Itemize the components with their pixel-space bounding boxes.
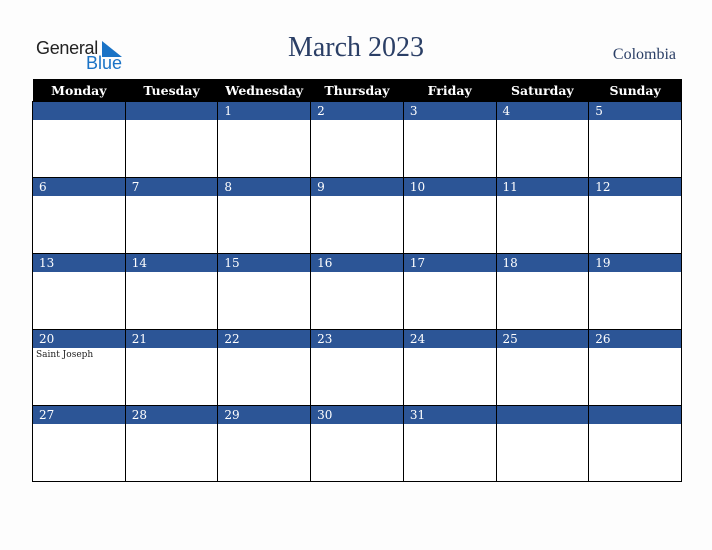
day-number: 30 — [311, 406, 403, 424]
day-cell[interactable]: 11 — [495, 177, 590, 254]
page-title: March 2023 — [287, 32, 425, 63]
day-number — [125, 102, 218, 120]
day-cell[interactable]: 24 — [402, 329, 497, 406]
day-number: 19 — [589, 254, 681, 272]
weekday-header-saturday: Saturday — [496, 79, 589, 102]
day-number: 31 — [403, 406, 496, 424]
calendar-grid: Monday Tuesday Wednesday Thursday Friday Satu… — [32, 79, 682, 482]
weekday-header-row: Monday Tuesday Wednesday Thursday Friday Satu… — [32, 79, 682, 102]
day-number: 14 — [125, 254, 218, 272]
day-number: 17 — [403, 254, 496, 272]
day-cell[interactable]: 4 — [495, 101, 590, 178]
day-number: 26 — [589, 330, 681, 348]
day-number: 13 — [33, 254, 125, 272]
day-cell[interactable]: 22 — [217, 329, 312, 406]
weekday-header-tuesday: Tuesday — [125, 79, 218, 102]
day-number: 1 — [218, 102, 311, 120]
country-label: Colombia — [612, 46, 676, 63]
day-cell[interactable]: 25 — [495, 329, 590, 406]
day-number: 16 — [311, 254, 403, 272]
day-cell[interactable] — [124, 101, 219, 178]
day-cell[interactable]: 17 — [402, 253, 497, 330]
day-cell[interactable]: 18 — [495, 253, 590, 330]
day-number: 3 — [403, 102, 496, 120]
day-cell[interactable]: 5 — [588, 101, 682, 178]
weekday-header-monday: Monday — [32, 79, 126, 102]
week-row: 20 Saint Joseph 21 22 23 24 25 26 — [32, 329, 682, 406]
day-number: 21 — [125, 330, 218, 348]
day-cell[interactable]: 8 — [217, 177, 312, 254]
day-cell[interactable]: 21 — [124, 329, 219, 406]
weekday-header-friday: Friday — [403, 79, 497, 102]
day-number: 23 — [311, 330, 403, 348]
day-number: 8 — [218, 178, 311, 196]
day-number: 10 — [403, 178, 496, 196]
day-number: 6 — [33, 178, 125, 196]
day-number: 15 — [218, 254, 311, 272]
day-cell[interactable]: 6 — [32, 177, 126, 254]
day-cell[interactable]: 26 — [588, 329, 682, 406]
day-cell[interactable]: 3 — [402, 101, 497, 178]
weekday-header-sunday: Sunday — [588, 79, 682, 102]
holiday-event: Saint Joseph — [36, 350, 94, 360]
day-number: 11 — [496, 178, 589, 196]
weekday-header-thursday: Thursday — [310, 79, 404, 102]
day-cell[interactable]: 23 — [310, 329, 404, 406]
day-number: 20 — [33, 330, 125, 348]
day-number: 2 — [311, 102, 403, 120]
week-row: 12345 — [32, 101, 682, 178]
day-number: 18 — [496, 254, 589, 272]
day-number: 27 — [33, 406, 125, 424]
day-number — [496, 406, 589, 424]
day-cell[interactable]: 28 — [124, 405, 219, 482]
day-cell[interactable]: 27 — [32, 405, 126, 482]
day-cell[interactable] — [495, 405, 590, 482]
day-cell[interactable] — [32, 101, 126, 178]
day-number: 28 — [125, 406, 218, 424]
day-cell[interactable]: 15 — [217, 253, 312, 330]
day-cell[interactable]: 16 — [310, 253, 404, 330]
day-number: 12 — [589, 178, 681, 196]
day-cell[interactable]: 9 — [310, 177, 404, 254]
day-cell[interactable]: 29 — [217, 405, 312, 482]
day-cell[interactable]: 13 — [32, 253, 126, 330]
weekday-header-wednesday: Wednesday — [217, 79, 311, 102]
day-number: 22 — [218, 330, 311, 348]
day-number: 9 — [311, 178, 403, 196]
day-cell[interactable] — [588, 405, 682, 482]
week-row: 6 7 8 9 10 11 12 — [32, 177, 682, 254]
day-number: 29 — [218, 406, 311, 424]
day-number: 25 — [496, 330, 589, 348]
day-cell[interactable]: 30 — [310, 405, 404, 482]
day-cell[interactable]: 14 — [124, 253, 219, 330]
day-cell[interactable]: 12 — [588, 177, 682, 254]
week-row: 13 14 15 16 17 18 19 — [32, 253, 682, 330]
calendar-body: 1 2 3 4 5 6 7 8 9 10 11 12 13 14 15 16 17 18 19 20 Saint Jos… — [32, 101, 682, 482]
day-cell[interactable]: 19 — [588, 253, 682, 330]
day-number: 7 — [125, 178, 218, 196]
day-number: 5 — [589, 102, 681, 120]
day-cell[interactable]: 10 — [402, 177, 497, 254]
day-number — [33, 102, 125, 120]
day-cell[interactable]: 1 — [217, 101, 312, 178]
day-number: 4 — [496, 102, 589, 120]
day-cell[interactable]: 2 — [310, 101, 404, 178]
week-row: 27 28 29 30 31 — [32, 405, 682, 482]
day-cell[interactable]: 31 — [402, 405, 497, 482]
day-number — [589, 406, 681, 424]
day-number: 24 — [403, 330, 496, 348]
day-cell[interactable]: 7 — [124, 177, 219, 254]
day-cell[interactable]: 20 Saint Joseph — [32, 329, 126, 406]
